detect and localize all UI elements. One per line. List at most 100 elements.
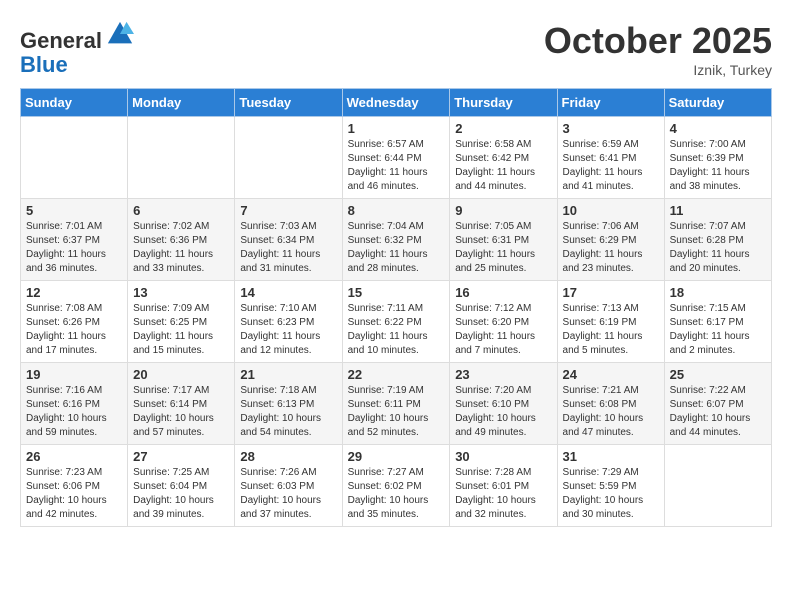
calendar-cell: 14 Sunrise: 7:10 AM Sunset: 6:23 PM Dayli… [235,281,342,363]
weekday-header: Friday [557,89,664,117]
day-info: Sunrise: 7:16 AM Sunset: 6:16 PM Dayligh… [26,384,122,440]
day-info: Sunrise: 7:13 AM Sunset: 6:19 PM Dayligh… [563,302,659,358]
calendar-cell: 10 Sunrise: 7:06 AM Sunset: 6:29 PM Dayli… [557,199,664,281]
day-number: 24 [563,367,659,382]
calendar-week-row: 26 Sunrise: 7:23 AM Sunset: 6:06 PM Dayli… [21,445,772,527]
page-header: General Blue October 2025 Iznik, Turkey [20,20,772,78]
day-info: Sunrise: 7:23 AM Sunset: 6:06 PM Dayligh… [26,466,122,522]
calendar-cell: 1 Sunrise: 6:57 AM Sunset: 6:44 PM Daylig… [342,117,450,199]
day-number: 25 [670,367,766,382]
day-info: Sunrise: 7:29 AM Sunset: 5:59 PM Dayligh… [563,466,659,522]
day-number: 1 [348,121,445,136]
day-number: 13 [133,285,229,300]
calendar-table: SundayMondayTuesdayWednesdayThursdayFrid… [20,88,772,527]
calendar-cell: 11Sunrise: 7:07 AM Sunset: 6:28 PM Dayli… [664,199,771,281]
calendar-cell: 31 Sunrise: 7:29 AM Sunset: 5:59 PM Dayli… [557,445,664,527]
day-number: 29 [348,449,445,464]
day-info: Sunrise: 7:03 AM Sunset: 6:34 PM Dayligh… [240,220,336,276]
day-number: 7 [240,203,336,218]
calendar-cell [128,117,235,199]
day-info: Sunrise: 7:26 AM Sunset: 6:03 PM Dayligh… [240,466,336,522]
calendar-week-row: 5 Sunrise: 7:01 AM Sunset: 6:37 PM Daylig… [21,199,772,281]
day-info: Sunrise: 7:09 AM Sunset: 6:25 PM Dayligh… [133,302,229,358]
day-info: Sunrise: 7:10 AM Sunset: 6:23 PM Dayligh… [240,302,336,358]
calendar-cell: 18 Sunrise: 7:15 AM Sunset: 6:17 PM Dayli… [664,281,771,363]
location: Iznik, Turkey [544,62,772,78]
day-number: 12 [26,285,122,300]
calendar-cell: 22 Sunrise: 7:19 AM Sunset: 6:11 PM Dayli… [342,363,450,445]
day-number: 19 [26,367,122,382]
calendar-cell: 26 Sunrise: 7:23 AM Sunset: 6:06 PM Dayli… [21,445,128,527]
calendar-cell: 20 Sunrise: 7:17 AM Sunset: 6:14 PM Dayli… [128,363,235,445]
day-info: Sunrise: 7:02 AM Sunset: 6:36 PM Dayligh… [133,220,229,276]
month-title: October 2025 [544,20,772,62]
day-number: 26 [26,449,122,464]
calendar-cell: 13 Sunrise: 7:09 AM Sunset: 6:25 PM Dayli… [128,281,235,363]
day-info: Sunrise: 7:25 AM Sunset: 6:04 PM Dayligh… [133,466,229,522]
weekday-header: Monday [128,89,235,117]
logo-icon [106,20,134,48]
day-number: 3 [563,121,659,136]
day-number: 30 [455,449,551,464]
day-info: Sunrise: 7:12 AM Sunset: 6:20 PM Dayligh… [455,302,551,358]
calendar-cell [664,445,771,527]
weekday-header: Saturday [664,89,771,117]
calendar-cell: 9Sunrise: 7:05 AM Sunset: 6:31 PM Daylig… [450,199,557,281]
day-info: Sunrise: 7:17 AM Sunset: 6:14 PM Dayligh… [133,384,229,440]
day-info: Sunrise: 6:59 AM Sunset: 6:41 PM Dayligh… [563,138,659,194]
calendar-cell: 2Sunrise: 6:58 AM Sunset: 6:42 PM Daylig… [450,117,557,199]
calendar-header-row: SundayMondayTuesdayWednesdayThursdayFrid… [21,89,772,117]
calendar-cell: 28Sunrise: 7:26 AM Sunset: 6:03 PM Dayli… [235,445,342,527]
weekday-header: Sunday [21,89,128,117]
calendar-cell: 29 Sunrise: 7:27 AM Sunset: 6:02 PM Dayli… [342,445,450,527]
day-number: 22 [348,367,445,382]
calendar-cell: 15Sunrise: 7:11 AM Sunset: 6:22 PM Dayli… [342,281,450,363]
calendar-cell: 19 Sunrise: 7:16 AM Sunset: 6:16 PM Dayli… [21,363,128,445]
day-info: Sunrise: 7:21 AM Sunset: 6:08 PM Dayligh… [563,384,659,440]
day-number: 16 [455,285,551,300]
title-block: October 2025 Iznik, Turkey [544,20,772,78]
day-info: Sunrise: 7:18 AM Sunset: 6:13 PM Dayligh… [240,384,336,440]
day-info: Sunrise: 7:15 AM Sunset: 6:17 PM Dayligh… [670,302,766,358]
day-number: 5 [26,203,122,218]
weekday-header: Thursday [450,89,557,117]
day-info: Sunrise: 7:01 AM Sunset: 6:37 PM Dayligh… [26,220,122,276]
day-info: Sunrise: 6:57 AM Sunset: 6:44 PM Dayligh… [348,138,445,194]
calendar-cell: 21Sunrise: 7:18 AM Sunset: 6:13 PM Dayli… [235,363,342,445]
day-info: Sunrise: 7:20 AM Sunset: 6:10 PM Dayligh… [455,384,551,440]
day-info: Sunrise: 7:00 AM Sunset: 6:39 PM Dayligh… [670,138,766,194]
weekday-header: Wednesday [342,89,450,117]
calendar-cell: 25 Sunrise: 7:22 AM Sunset: 6:07 PM Dayli… [664,363,771,445]
day-number: 8 [348,203,445,218]
calendar-cell: 16 Sunrise: 7:12 AM Sunset: 6:20 PM Dayli… [450,281,557,363]
calendar-cell: 23Sunrise: 7:20 AM Sunset: 6:10 PM Dayli… [450,363,557,445]
day-number: 10 [563,203,659,218]
calendar-week-row: 1 Sunrise: 6:57 AM Sunset: 6:44 PM Daylig… [21,117,772,199]
calendar-cell: 12Sunrise: 7:08 AM Sunset: 6:26 PM Dayli… [21,281,128,363]
day-number: 4 [670,121,766,136]
calendar-cell: 3 Sunrise: 6:59 AM Sunset: 6:41 PM Daylig… [557,117,664,199]
day-info: Sunrise: 7:06 AM Sunset: 6:29 PM Dayligh… [563,220,659,276]
day-number: 20 [133,367,229,382]
day-number: 14 [240,285,336,300]
day-number: 31 [563,449,659,464]
day-info: Sunrise: 7:19 AM Sunset: 6:11 PM Dayligh… [348,384,445,440]
logo-blue: Blue [20,52,68,77]
calendar-cell: 30Sunrise: 7:28 AM Sunset: 6:01 PM Dayli… [450,445,557,527]
calendar-body: 1 Sunrise: 6:57 AM Sunset: 6:44 PM Daylig… [21,117,772,527]
calendar-cell: 4 Sunrise: 7:00 AM Sunset: 6:39 PM Daylig… [664,117,771,199]
calendar-cell: 5 Sunrise: 7:01 AM Sunset: 6:37 PM Daylig… [21,199,128,281]
calendar-cell: 6Sunrise: 7:02 AM Sunset: 6:36 PM Daylig… [128,199,235,281]
logo-general: General [20,28,102,53]
day-info: Sunrise: 7:27 AM Sunset: 6:02 PM Dayligh… [348,466,445,522]
day-number: 17 [563,285,659,300]
day-info: Sunrise: 7:05 AM Sunset: 6:31 PM Dayligh… [455,220,551,276]
day-number: 15 [348,285,445,300]
logo: General Blue [20,20,134,77]
weekday-header: Tuesday [235,89,342,117]
day-info: Sunrise: 7:22 AM Sunset: 6:07 PM Dayligh… [670,384,766,440]
calendar-week-row: 19 Sunrise: 7:16 AM Sunset: 6:16 PM Dayli… [21,363,772,445]
calendar-cell: 27Sunrise: 7:25 AM Sunset: 6:04 PM Dayli… [128,445,235,527]
calendar-cell [235,117,342,199]
day-number: 18 [670,285,766,300]
